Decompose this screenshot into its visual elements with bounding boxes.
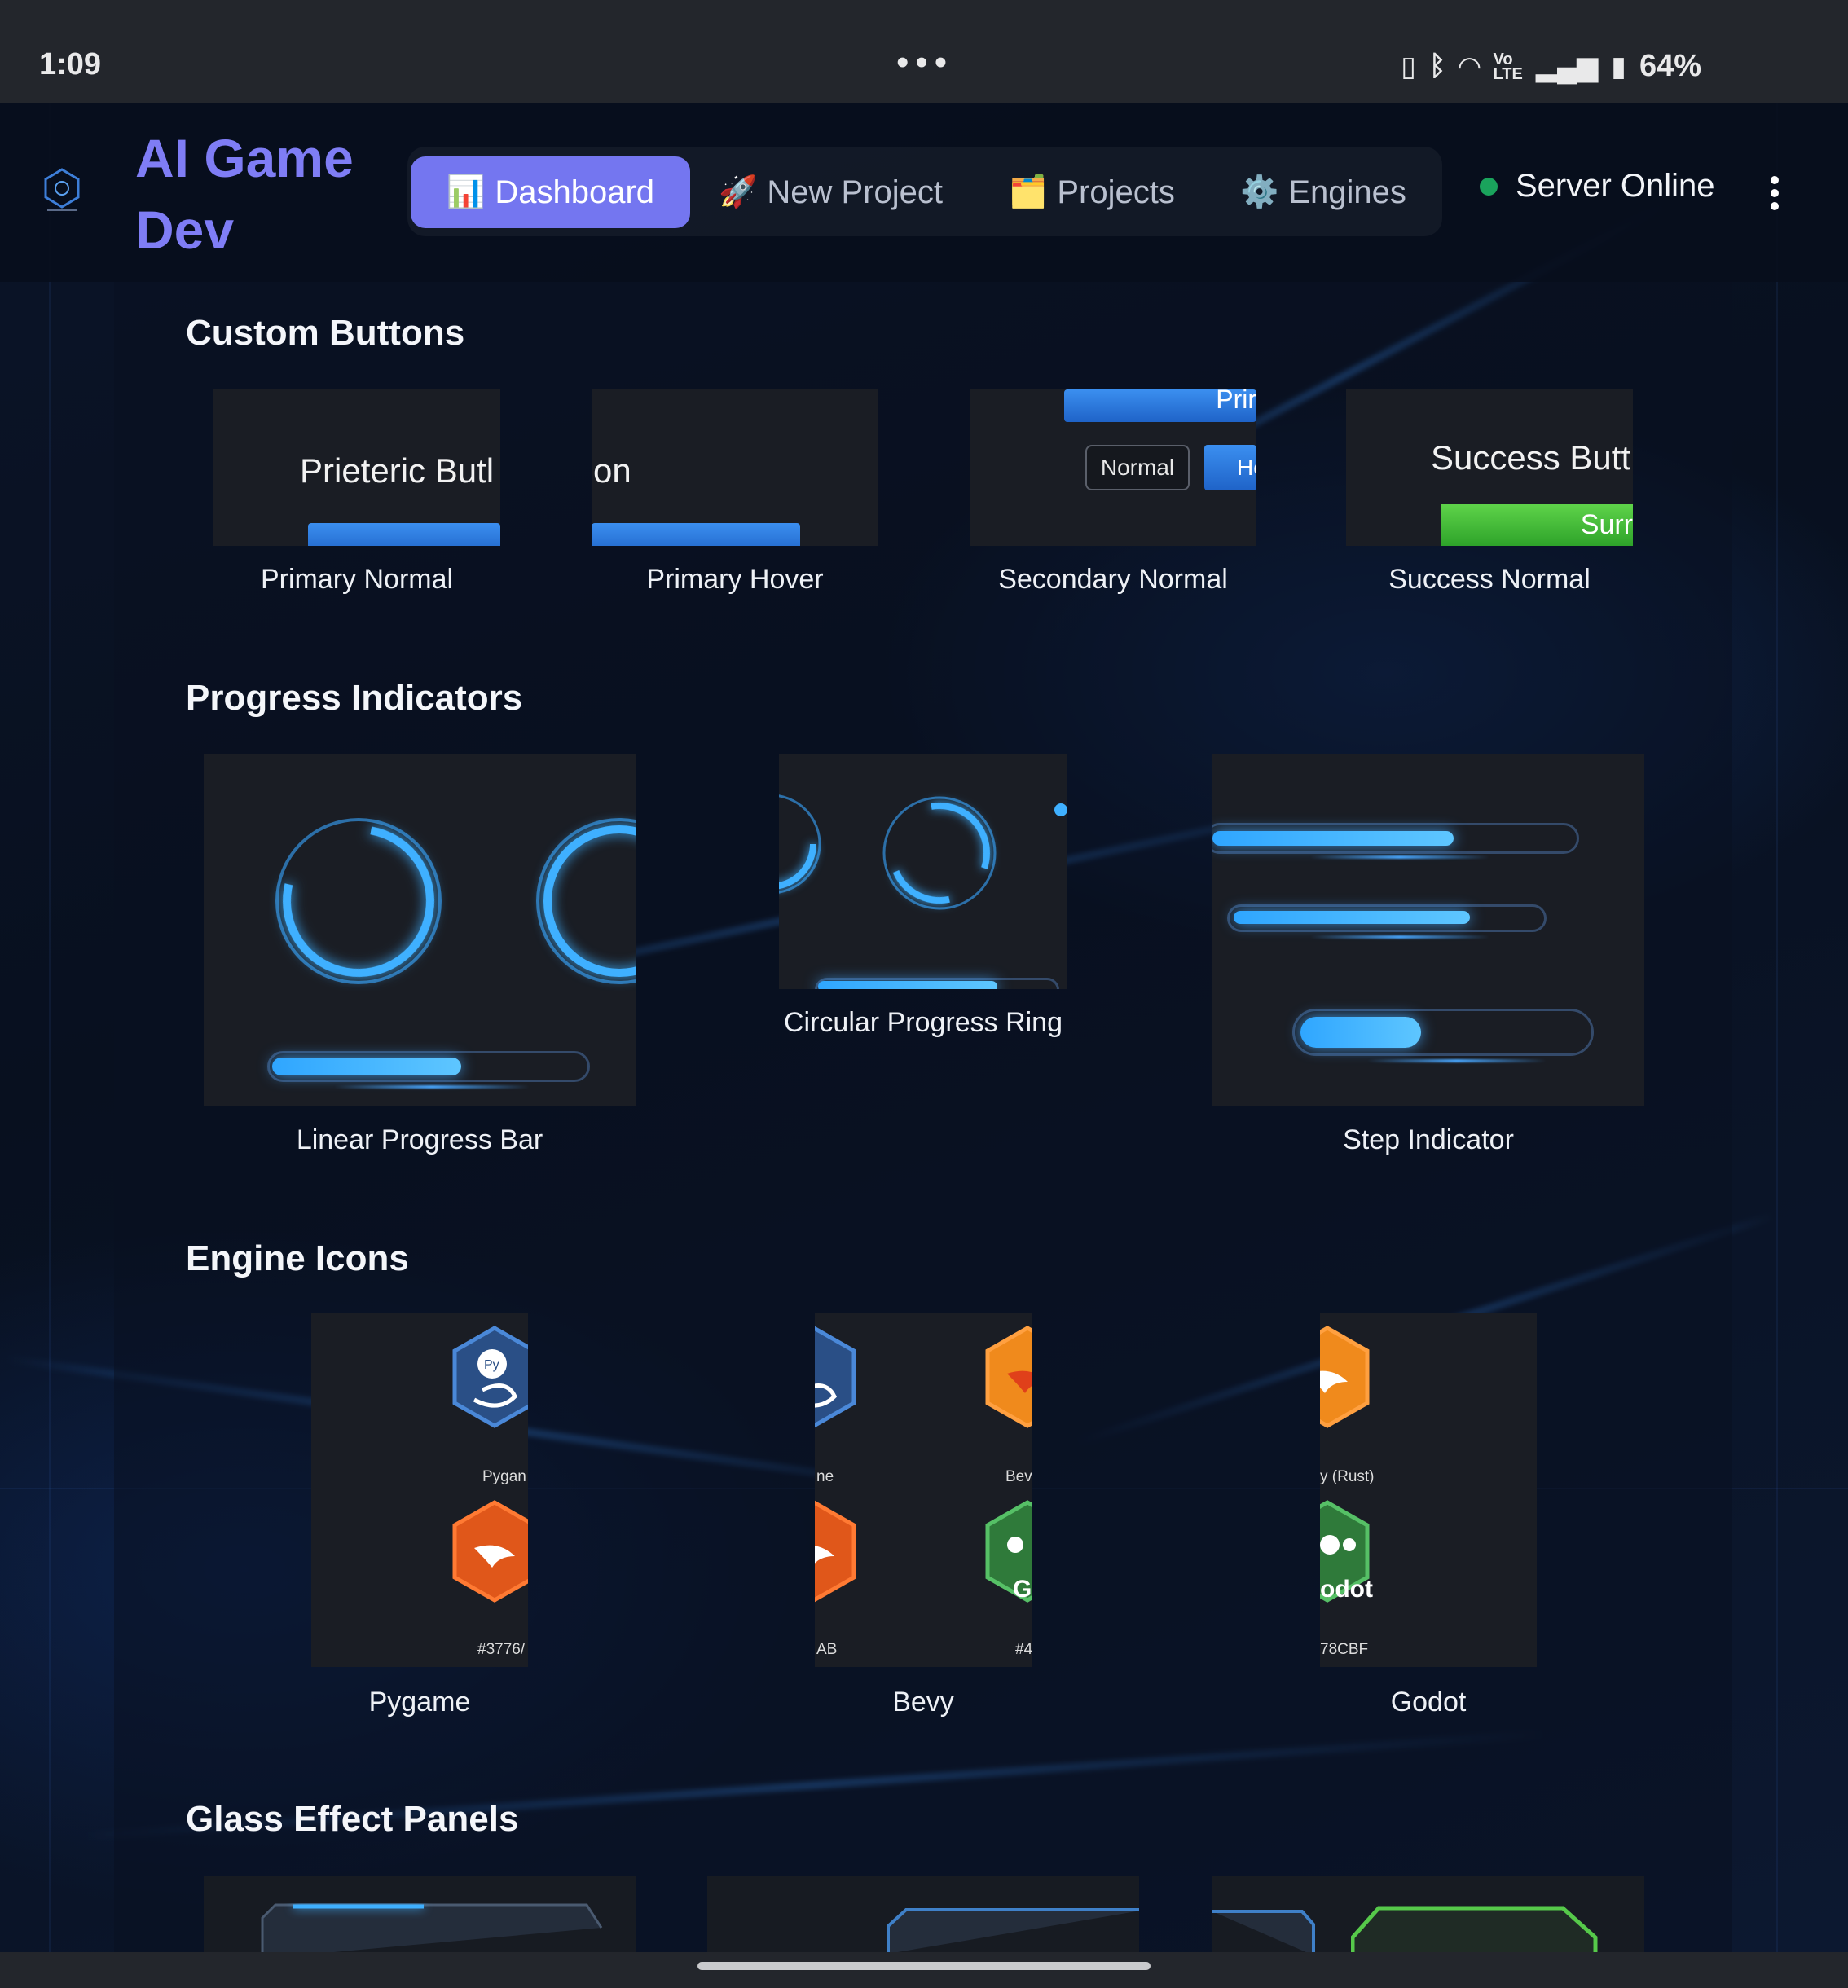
section-title-buttons: Custom Buttons: [186, 313, 465, 353]
battery-level: 64%: [1639, 49, 1701, 83]
tab-label: New Project: [767, 174, 943, 210]
caption-secondary-normal: Secondary Normal: [998, 564, 1228, 595]
bevy-logo-icon: [985, 1326, 1032, 1428]
tab-dashboard[interactable]: 📊 Dashboard: [411, 156, 691, 228]
caption-success-normal: Success Normal: [1388, 564, 1591, 595]
home-indicator[interactable]: [697, 1962, 1151, 1970]
tab-projects[interactable]: 🗂️ Projects: [1009, 156, 1175, 228]
vibrate-icon: ▯: [1401, 51, 1416, 82]
tab-new-project[interactable]: 🚀 New Project: [719, 156, 943, 228]
preview-blue-button: [592, 523, 800, 546]
engine-preview-bevy[interactable]: ne Bev AB G #4: [815, 1313, 1032, 1667]
caption-circular-progress: Circular Progress Ring: [784, 1007, 1063, 1038]
preview-text: Success Butt: [1431, 438, 1631, 477]
caption-pygame: Pygame: [368, 1687, 471, 1718]
caption-primary-normal: Primary Normal: [260, 564, 454, 595]
caption-primary-hover: Primary Hover: [646, 564, 824, 595]
tab-label: Projects: [1057, 174, 1175, 210]
status-time: 1:09: [39, 47, 102, 81]
caption-linear-progress: Linear Progress Bar: [296, 1124, 543, 1155]
preview-green-button: Surr: [1441, 504, 1633, 546]
engine-preview-pygame[interactable]: Py Pygan #3776/: [311, 1313, 528, 1667]
section-title-progress: Progress Indicators: [186, 678, 523, 718]
button-preview-secondary-normal[interactable]: Prir Normal Ho: [970, 389, 1256, 546]
app-logo-icon: [44, 168, 80, 211]
status-icons: ▯ ᛒ ◠ Vo LTE ▂▄▆ ▮ 64%: [1401, 49, 1701, 84]
preview-blue-button: [308, 523, 500, 546]
circular-progress-ring-icon: [882, 796, 997, 910]
bevy-logo-icon: [452, 1500, 528, 1603]
more-menu-icon[interactable]: [1767, 171, 1783, 215]
gear-icon: ⚙️: [1240, 175, 1279, 209]
caption-godot: Godot: [1390, 1687, 1467, 1718]
progress-preview-step[interactable]: [1212, 754, 1644, 1106]
status-dot-icon: [1480, 177, 1498, 196]
battery-icon: ▮: [1611, 51, 1626, 82]
preview-text: Prieteric Butl: [300, 451, 495, 490]
progress-ring-icon-2: [536, 818, 636, 984]
preview-blue-button-2: Ho: [1204, 445, 1256, 490]
volte-icon: Vo LTE: [1493, 50, 1523, 83]
main-tabs: 📊 Dashboard 🚀 New Project 🗂️ Projects ⚙️…: [407, 147, 1442, 236]
section-title-glass: Glass Effect Panels: [186, 1799, 519, 1839]
server-status: Server Online: [1480, 168, 1715, 205]
tab-label: Dashboard: [495, 174, 655, 210]
progress-ring-icon: [275, 818, 442, 984]
glass-panel-preview-2[interactable]: [707, 1876, 1139, 1952]
engine-preview-godot[interactable]: y (Rust) odot 78CBF: [1320, 1313, 1537, 1667]
status-dots: •••: [896, 42, 954, 82]
preview-blue-button: Prir: [1064, 389, 1256, 422]
linear-progress-fill: [272, 1058, 461, 1075]
button-preview-primary-normal[interactable]: Prieteric Butl: [213, 389, 500, 546]
bevy-logo-icon: [1320, 1326, 1370, 1428]
pygame-logo-icon: Py: [452, 1326, 528, 1428]
tab-label: Engines: [1288, 174, 1406, 210]
caption-step-indicator: Step Indicator: [1343, 1124, 1514, 1155]
button-preview-primary-hover[interactable]: on: [592, 389, 878, 546]
progress-preview-circular[interactable]: [779, 754, 1067, 989]
tab-engines[interactable]: ⚙️ Engines: [1240, 156, 1406, 228]
signal-icon: ▂▄▆: [1535, 51, 1599, 82]
bluetooth-icon: ᛒ: [1428, 51, 1446, 81]
server-status-label: Server Online: [1516, 168, 1715, 204]
folder-icon: 🗂️: [1009, 175, 1048, 209]
app-title: AI Game Dev: [135, 128, 354, 260]
glass-panel-preview-3[interactable]: [1212, 1876, 1644, 1952]
bar-chart-icon: 📊: [447, 175, 486, 209]
system-nav-bar: [0, 1952, 1848, 1988]
svg-text:Py: Py: [484, 1358, 499, 1372]
status-bar: 1:09 ••• ▯ ᛒ ◠ Vo LTE ▂▄▆ ▮ 64%: [0, 0, 1848, 103]
preview-outline-button: Normal: [1085, 445, 1190, 490]
preview-text: on: [593, 451, 631, 490]
section-title-engines: Engine Icons: [186, 1238, 409, 1278]
glass-panel-preview-1[interactable]: [204, 1876, 636, 1952]
wifi-icon: ◠: [1459, 51, 1481, 82]
caption-bevy: Bevy: [892, 1687, 954, 1718]
button-preview-success-normal[interactable]: Success Butt Surr: [1346, 389, 1633, 546]
rocket-icon: 🚀: [719, 175, 758, 209]
progress-preview-linear[interactable]: [204, 754, 636, 1106]
